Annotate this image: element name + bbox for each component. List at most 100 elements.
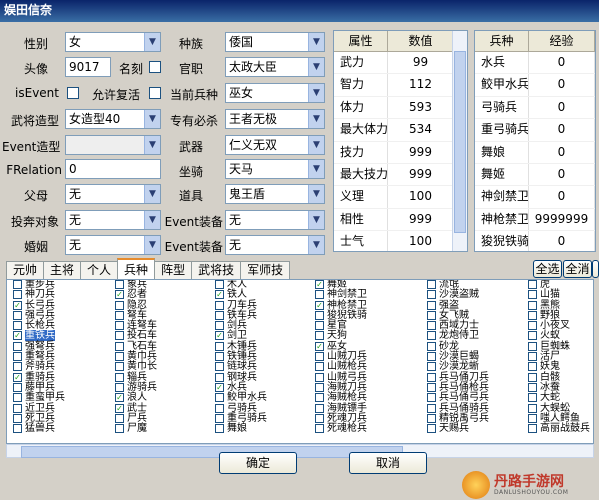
checkbox[interactable] <box>427 341 436 351</box>
checkmark-icon[interactable]: ✓ <box>13 372 22 382</box>
checklist-item[interactable]: 尸魔 <box>115 424 157 434</box>
checkbox[interactable] <box>315 362 324 372</box>
checkmark-icon[interactable]: ✓ <box>215 382 224 392</box>
checkbox[interactable] <box>427 393 436 403</box>
checkbox[interactable] <box>528 403 537 413</box>
checkbox[interactable] <box>115 413 124 423</box>
checkbox[interactable] <box>115 372 124 382</box>
attribute-row[interactable]: 最大体力 534 <box>334 119 467 142</box>
troop-exp-table[interactable]: 兵种 经验 水兵 0 鲛甲水兵 0 弓骑兵 0 重弓骑兵 0 舞娘 0 舞姬 0 神剑禁卫 0 神枪禁卫 99… <box>474 30 596 252</box>
checkmark-icon[interactable]: ✓ <box>315 280 324 289</box>
checkbox[interactable] <box>13 352 22 362</box>
checkmark-icon[interactable]: ✓ <box>215 331 224 341</box>
checkbox[interactable] <box>427 403 436 413</box>
checklist-item[interactable]: 猛兽兵 <box>13 424 65 434</box>
checkbox[interactable] <box>215 321 224 331</box>
cancel-button[interactable]: 取消 <box>349 452 427 474</box>
select-all-button[interactable]: 全选 <box>533 260 562 278</box>
checkbox[interactable] <box>13 310 22 320</box>
troop-checklist[interactable]: 重步兵 神刀兵 ✓ 长弓兵 强弓兵 长枪兵 ✓ 重铁兵 强弩兵 重弩兵 斧骑兵 ✓ 重骑兵 藤甲兵 重蛮甲兵… <box>6 279 594 444</box>
checkbox[interactable] <box>115 280 124 289</box>
checkbox[interactable] <box>115 382 124 392</box>
event-equip-select-2[interactable]: 无 ▼ <box>225 235 325 255</box>
checklist-item[interactable]: 舞娘 <box>215 424 267 434</box>
checkbox[interactable] <box>315 403 324 413</box>
checkbox[interactable] <box>115 352 124 362</box>
checkbox[interactable] <box>427 300 436 310</box>
checkbox[interactable] <box>427 290 436 300</box>
special-skill-select[interactable]: 王者无极 ▼ <box>225 109 325 129</box>
checkbox[interactable] <box>427 331 436 341</box>
checkbox[interactable] <box>215 362 224 372</box>
checkmark-icon[interactable]: ✓ <box>13 331 22 341</box>
revive-checkbox[interactable] <box>149 87 161 99</box>
checkbox[interactable] <box>215 403 224 413</box>
tab-6[interactable]: 军师技 <box>240 261 291 279</box>
weapon-select[interactable]: 仁义无双 ▼ <box>225 135 325 155</box>
column-header[interactable]: 属性 <box>334 31 388 51</box>
chevron-down-icon[interactable]: ▼ <box>308 136 324 154</box>
checkbox[interactable] <box>215 310 224 320</box>
mingke-checkbox[interactable] <box>149 61 161 73</box>
event-model-select[interactable]: ▼ <box>65 135 161 155</box>
checkbox[interactable] <box>13 424 22 434</box>
chevron-down-icon[interactable]: ▼ <box>308 84 324 102</box>
attribute-row[interactable]: 最大技力 999 <box>334 163 467 187</box>
checkbox[interactable] <box>528 300 537 310</box>
column-header[interactable]: 数值 <box>388 31 454 51</box>
chevron-down-icon[interactable]: ▼ <box>308 110 324 128</box>
checkbox[interactable] <box>427 310 436 320</box>
troop-exp-row[interactable]: 狻猊铁骑 0 <box>475 231 595 251</box>
troop-exp-row[interactable]: 弓骑兵 0 <box>475 96 595 120</box>
chevron-down-icon[interactable]: ▼ <box>144 185 160 203</box>
checkbox[interactable] <box>427 280 436 289</box>
checkbox[interactable] <box>528 413 537 423</box>
attribute-row[interactable]: 技力 999 <box>334 141 467 164</box>
tab-3[interactable]: 兵种 <box>117 258 156 280</box>
checkbox[interactable] <box>115 300 124 310</box>
attribute-row[interactable]: 相性 999 <box>334 208 467 232</box>
checkbox[interactable] <box>315 424 324 434</box>
checkbox[interactable] <box>528 382 537 392</box>
checkbox[interactable] <box>315 331 324 341</box>
marriage-select[interactable]: 无 ▼ <box>65 235 161 255</box>
event-equip-select-1[interactable]: 无 ▼ <box>225 210 325 230</box>
checkmark-icon[interactable]: ✓ <box>315 341 324 351</box>
checkmark-icon[interactable]: ✓ <box>115 403 124 413</box>
chevron-down-icon[interactable]: ▼ <box>308 185 324 203</box>
checkbox[interactable] <box>427 372 436 382</box>
chevron-down-icon[interactable]: ▼ <box>144 211 160 229</box>
frelation-field[interactable]: 0 <box>65 159 161 179</box>
troop-exp-row[interactable]: 鲛甲水兵 0 <box>475 74 595 97</box>
chevron-down-icon[interactable]: ▼ <box>308 58 324 76</box>
checkbox[interactable] <box>315 372 324 382</box>
checkbox[interactable] <box>115 424 124 434</box>
troop-exp-row[interactable]: 重弓骑兵 0 <box>475 119 595 142</box>
ok-button[interactable]: 确定 <box>219 452 297 474</box>
attribute-row[interactable]: 体力 593 <box>334 96 467 120</box>
checkmark-icon[interactable]: ✓ <box>315 300 324 310</box>
checkbox[interactable] <box>13 362 22 372</box>
chevron-down-icon[interactable]: ▼ <box>144 236 160 254</box>
chevron-down-icon[interactable]: ▼ <box>308 160 324 178</box>
attribute-row[interactable]: 士气 100 <box>334 231 467 251</box>
vertical-scrollbar[interactable] <box>452 31 467 251</box>
checkmark-icon[interactable]: ✓ <box>115 393 124 403</box>
checkbox[interactable] <box>13 321 22 331</box>
checkbox[interactable] <box>315 310 324 320</box>
checkmark-icon[interactable]: ✓ <box>115 290 124 300</box>
checkbox[interactable] <box>13 280 22 289</box>
checkbox[interactable] <box>215 352 224 362</box>
checkbox[interactable] <box>315 352 324 362</box>
troop-exp-row[interactable]: 舞姬 0 <box>475 163 595 187</box>
chevron-down-icon[interactable]: ▼ <box>308 211 324 229</box>
column-header[interactable]: 经验 <box>529 31 595 51</box>
checkbox[interactable] <box>315 413 324 423</box>
checkbox[interactable] <box>315 382 324 392</box>
checkbox[interactable] <box>427 382 436 392</box>
checkbox[interactable] <box>115 362 124 372</box>
checkbox[interactable] <box>13 403 22 413</box>
attribute-table[interactable]: 属性 数值 武力 99 智力 112 体力 593 最大体力 534 技力 999 最大技力 999 义… <box>333 30 468 252</box>
isevent-checkbox[interactable] <box>67 87 79 99</box>
troop-exp-row[interactable]: 神剑禁卫 0 <box>475 186 595 209</box>
